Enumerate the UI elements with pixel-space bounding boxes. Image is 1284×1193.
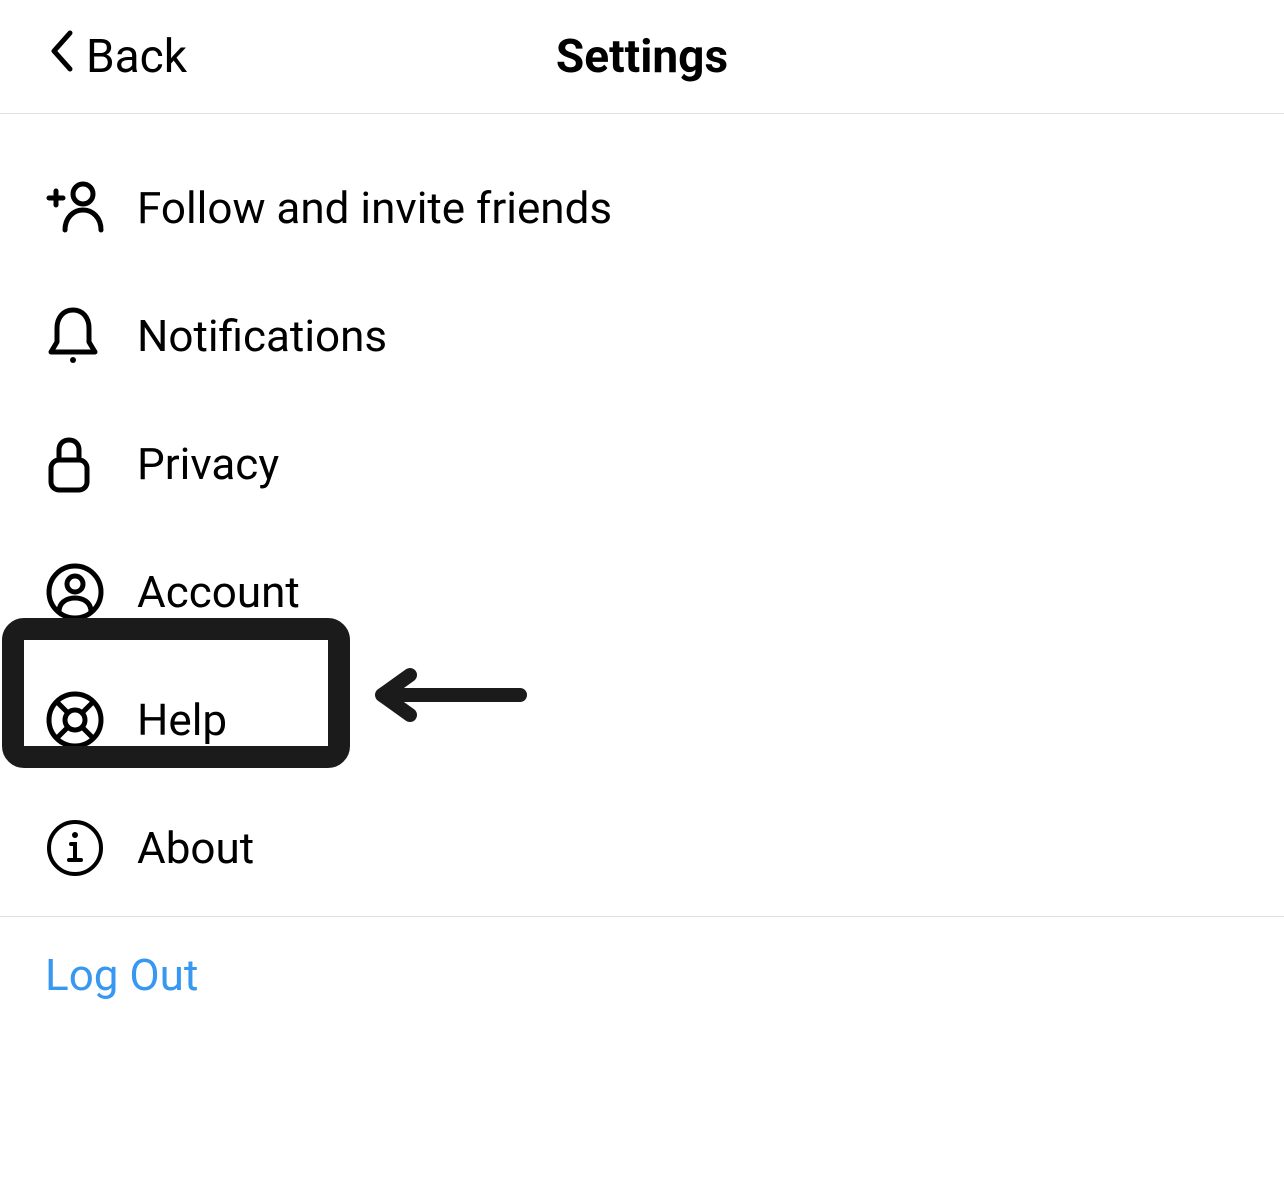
user-circle-icon xyxy=(45,562,137,622)
menu-item-follow-invite[interactable]: Follow and invite friends xyxy=(0,144,1284,272)
logout-label: Log Out xyxy=(45,949,198,1001)
menu-item-label: Privacy xyxy=(137,438,279,490)
header-bar: Back Settings xyxy=(0,0,1284,114)
lock-icon xyxy=(45,434,137,494)
back-label: Back xyxy=(86,30,187,84)
add-user-icon xyxy=(45,180,137,236)
logout-button[interactable]: Log Out xyxy=(0,917,1284,1001)
lifebuoy-icon xyxy=(45,690,137,750)
info-circle-icon xyxy=(45,818,137,878)
menu-item-account[interactable]: Account xyxy=(0,528,1284,656)
menu-item-help[interactable]: Help xyxy=(0,656,1284,784)
settings-menu: Follow and invite friends Notifications … xyxy=(0,114,1284,912)
menu-item-label: Account xyxy=(137,566,300,618)
back-button[interactable]: Back xyxy=(0,29,187,85)
menu-item-about[interactable]: About xyxy=(0,784,1284,912)
bell-icon xyxy=(45,306,137,366)
menu-item-label: Help xyxy=(137,694,227,746)
menu-item-notifications[interactable]: Notifications xyxy=(0,272,1284,400)
menu-item-privacy[interactable]: Privacy xyxy=(0,400,1284,528)
menu-item-label: Follow and invite friends xyxy=(137,182,612,234)
chevron-left-icon xyxy=(50,29,86,85)
page-title: Settings xyxy=(556,30,728,84)
menu-item-label: About xyxy=(137,822,254,874)
menu-item-label: Notifications xyxy=(137,310,387,362)
